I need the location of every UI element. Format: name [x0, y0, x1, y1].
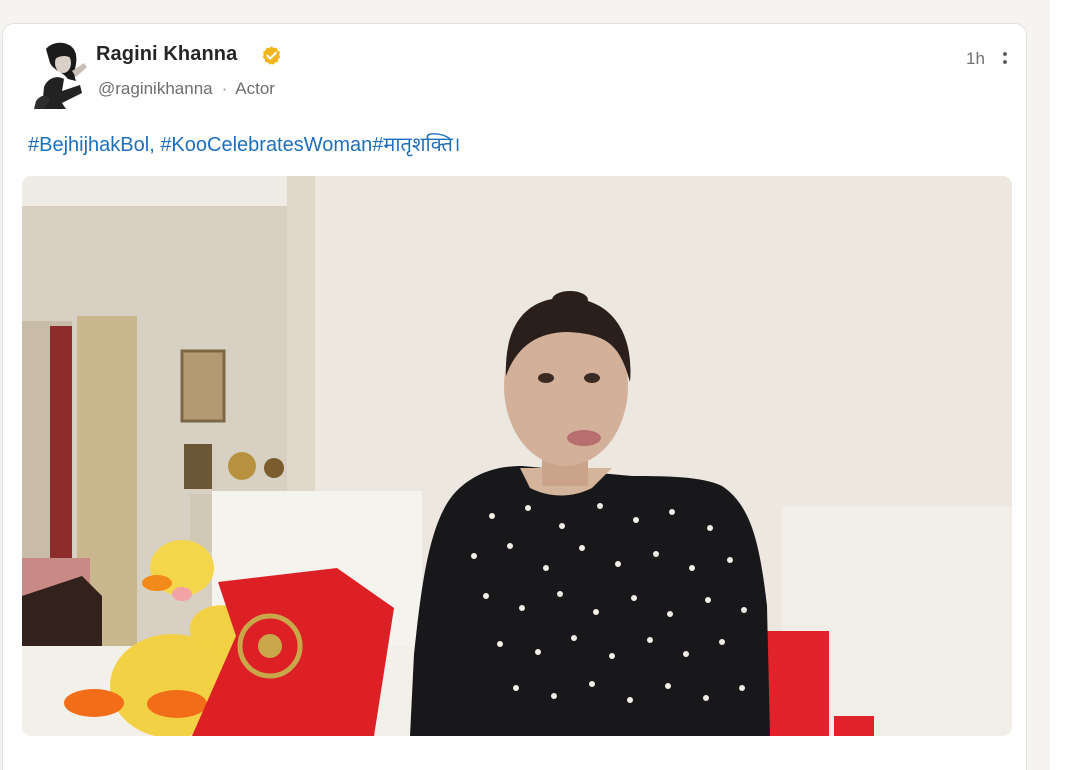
verified-check-badge-icon [262, 46, 281, 65]
author-title: Actor [235, 79, 275, 98]
hashtag-koocelebrateswoman[interactable]: #KooCelebratesWoman#मातृशक्ति। [160, 134, 460, 156]
post-timestamp: 1h [966, 49, 985, 68]
avatar-portrait-image [32, 41, 90, 109]
page-right-gutter [1050, 0, 1069, 770]
author-meta: @raginikhanna · Actor [98, 79, 275, 99]
koo-post-card: Ragini Khanna @raginikhanna · Actor 1h #Be… [2, 23, 1027, 770]
author-handle[interactable]: @raginikhanna [98, 79, 213, 98]
post-text: #BejhijhakBol, #KooCelebratesWoman#मातृश… [28, 130, 460, 157]
author-name[interactable]: Ragini Khanna [96, 43, 237, 66]
post-video-thumbnail[interactable] [22, 176, 1012, 736]
video-frame-image [22, 176, 1012, 736]
author-avatar[interactable] [32, 41, 90, 109]
hashtag-bejhijhakbol[interactable]: #BejhijhakBol, [28, 134, 155, 156]
more-vertical-icon[interactable] [998, 48, 1012, 70]
meta-separator-dot: · [221, 79, 228, 98]
